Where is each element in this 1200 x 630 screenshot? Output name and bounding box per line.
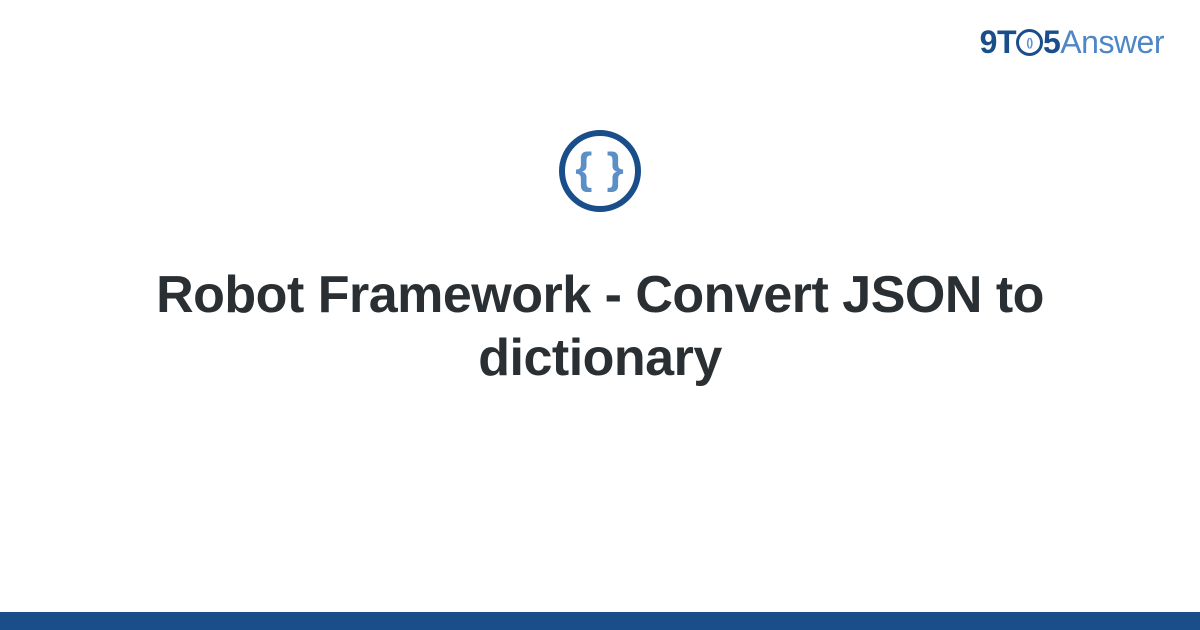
logo-o-icon: () [1016, 24, 1043, 61]
main-content: { } Robot Framework - Convert JSON to di… [0, 130, 1200, 391]
site-logo: 9T () 5Answer [980, 24, 1164, 61]
tag-badge-icon: { } [559, 130, 641, 212]
braces-icon: { } [575, 147, 624, 191]
logo-text-answer: Answer [1060, 24, 1164, 60]
logo-text-9t: 9T [980, 24, 1016, 60]
bottom-accent-bar [0, 612, 1200, 630]
page-title: Robot Framework - Convert JSON to dictio… [75, 264, 1125, 391]
logo-o-inner-glyph: () [1026, 37, 1032, 49]
logo-text-5: 5 [1043, 24, 1060, 60]
